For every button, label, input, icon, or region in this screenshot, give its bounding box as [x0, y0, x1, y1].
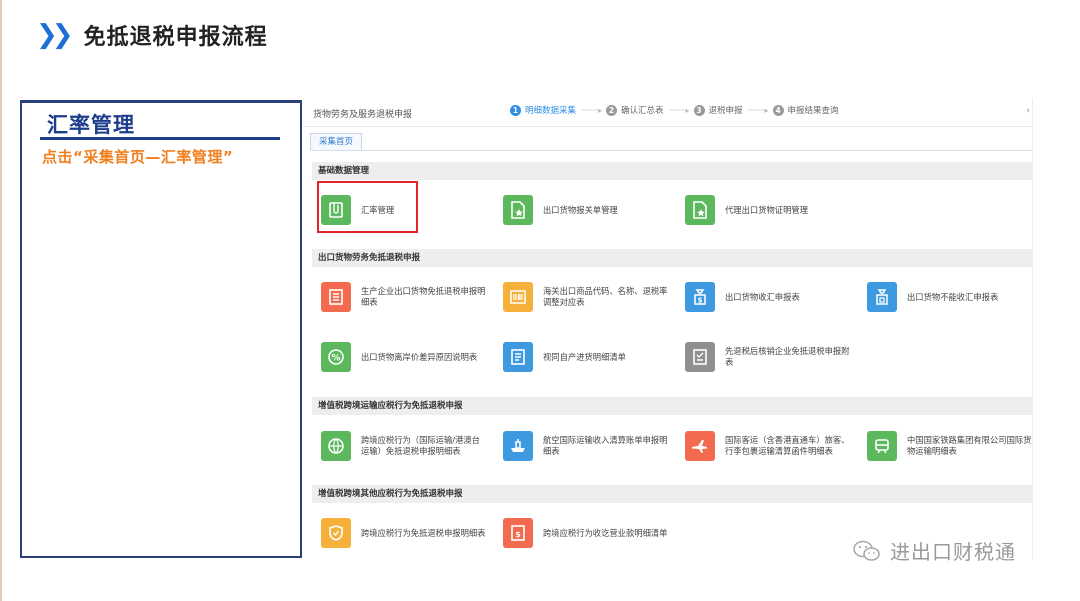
tab-divider	[310, 150, 1032, 151]
tile-agency-export-certificate[interactable]: 代理出口货物证明管理	[685, 195, 851, 225]
money-document-icon: $	[503, 518, 533, 548]
step-3[interactable]: 3 退税申报	[693, 104, 743, 116]
double-chevron-icon: ❯❯	[36, 20, 73, 50]
money-bag-icon	[867, 282, 897, 312]
tile-fob-difference[interactable]: % 出口货物离岸价差异原因说明表	[321, 342, 487, 372]
section-basic-data: 基础数据管理	[312, 162, 1032, 180]
tile-air-transport-billing[interactable]: 航空国际运输收入清算账单申报明细表	[503, 431, 669, 461]
tile-export-no-receipt[interactable]: 出口货物不能收汇申报表	[867, 282, 1032, 312]
document-lines-icon	[321, 282, 351, 312]
instruction-heading: 汇率管理	[47, 113, 135, 137]
wechat-icon	[853, 540, 880, 561]
more-chevron-icon[interactable]: ›	[1026, 106, 1030, 116]
tile-railway-transport[interactable]: 中国国家铁路集团有限公司国际货物运输明细表	[867, 431, 1032, 461]
section-cross-border-transport: 增值税跨境运输应税行为免抵退税申报	[312, 397, 1032, 415]
step-arrow: ···········▸	[581, 105, 602, 115]
tile-cross-border-receipts[interactable]: $ 跨境应税行为收讫营业款明细清单	[503, 518, 669, 548]
tab-collect-home[interactable]: 采集首页	[310, 133, 363, 151]
step-arrow: ···········▸	[668, 105, 690, 115]
slide-left-edge	[0, 0, 2, 601]
ship-icon	[503, 431, 533, 461]
step-2[interactable]: 2 确认汇总表	[606, 104, 664, 116]
section-cross-border-other: 增值税跨境其他应税行为免抵退税申报	[312, 485, 1032, 503]
list-document-icon	[503, 342, 533, 372]
heading-underline	[40, 137, 280, 140]
step-progress: 1 明细数据采集 ···········▸ 2 确认汇总表 ···········▸…	[510, 104, 839, 116]
document-star-icon	[685, 195, 715, 225]
tile-customs-declaration[interactable]: 出口货物报关单管理	[503, 195, 669, 225]
instruction-text: 点击“采集首页—汇率管理”	[42, 148, 234, 166]
tile-cross-border-taxable[interactable]: 跨境应税行为免抵退税申报明细表	[321, 518, 487, 548]
shield-document-icon	[321, 518, 351, 548]
step-1[interactable]: 1 明细数据采集	[510, 104, 576, 116]
svg-text:%: %	[331, 354, 340, 364]
app-screenshot: 货物劳务及服务退税申报 1 明细数据采集 ···········▸ 2 确认汇总表 …	[303, 98, 1033, 560]
slide-title-text: 免抵退税申报流程	[83, 25, 268, 50]
tile-self-produced-purchase[interactable]: 视同自产进货明细清单	[503, 342, 669, 372]
train-icon	[867, 431, 897, 461]
tile-production-enterprise-detail[interactable]: 生产企业出口货物免抵退税申报明细表	[321, 282, 487, 312]
section-export-goods: 出口货物劳务免抵退税申报	[312, 249, 1032, 267]
slide-title: ❯❯ 免抵退税申报流程	[36, 18, 268, 52]
tile-refund-before-verification[interactable]: 先退税后核销企业免抵退税申报附表	[685, 342, 851, 372]
svg-text:$: $	[698, 297, 703, 305]
highlight-box	[317, 181, 418, 233]
wechat-watermark: 进出口财税通	[852, 536, 1016, 565]
step-arrow: ···········▸	[747, 105, 769, 115]
tile-customs-code-adjustment[interactable]: 海关出口商品代码、名称、退税率调整对应表	[503, 282, 669, 312]
document-star-icon	[503, 195, 533, 225]
percent-icon: %	[321, 342, 351, 372]
checklist-icon	[685, 342, 715, 372]
tile-international-passenger[interactable]: 国际客运（含香港直通车）旅客、行李包裹运输清算函件明细表	[685, 431, 851, 461]
airplane-icon	[685, 431, 715, 461]
globe-icon	[321, 431, 351, 461]
svg-text:$: $	[515, 530, 521, 539]
app-title: 货物劳务及服务退税申报	[313, 110, 413, 120]
instruction-panel: 汇率管理 点击“采集首页—汇率管理”	[20, 100, 302, 558]
tile-international-transport[interactable]: 跨境应税行为（国际运输/港澳台运输）免抵退税申报明细表	[321, 431, 487, 461]
app-topbar: 货物劳务及服务退税申报 1 明细数据采集 ···········▸ 2 确认汇总表 …	[303, 98, 1032, 127]
money-bag-icon: $	[685, 282, 715, 312]
tile-export-receipt[interactable]: $ 出口货物收汇申报表	[685, 282, 851, 312]
step-4[interactable]: 4 申报结果查询	[772, 104, 839, 116]
barcode-icon	[503, 282, 533, 312]
watermark-text: 进出口财税通	[890, 540, 1016, 564]
